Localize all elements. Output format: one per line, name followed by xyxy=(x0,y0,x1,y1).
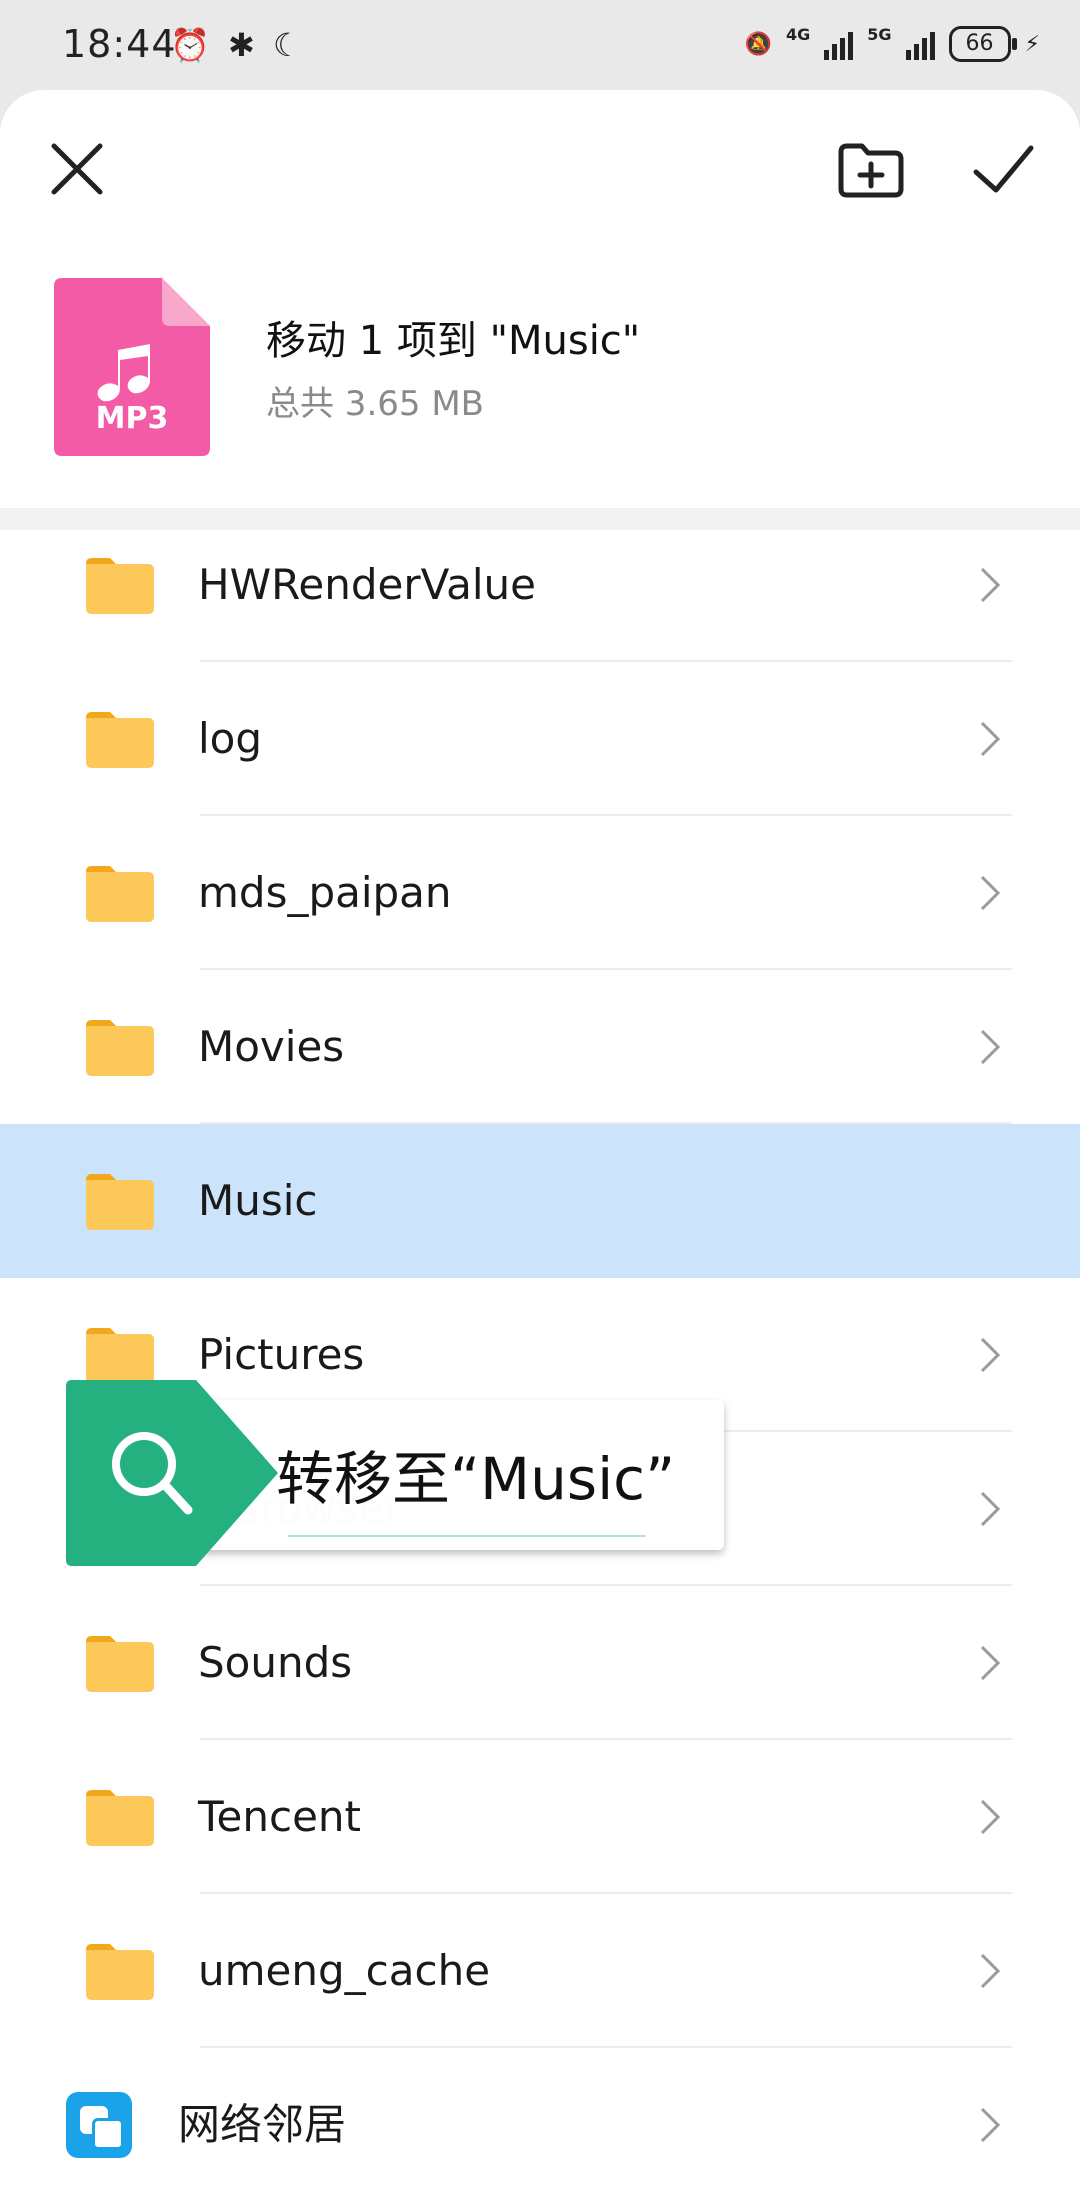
folder-icon xyxy=(86,712,154,768)
chevron-right-icon xyxy=(980,1337,1001,1373)
chevron-right-icon xyxy=(980,875,1001,911)
folder-row-music[interactable]: Music xyxy=(0,1124,1080,1278)
overlay-search-badge xyxy=(66,1380,278,1566)
folder-name: umeng_cache xyxy=(198,1946,491,1995)
chevron-right-icon xyxy=(980,567,1001,603)
folder-name: Music xyxy=(198,1176,318,1225)
mp3-badge-label: MP3 xyxy=(96,401,169,436)
network-type-2: 5G xyxy=(867,24,892,44)
chevron-right-icon xyxy=(980,1491,1001,1527)
folder-row-log[interactable]: log xyxy=(0,662,1080,816)
network-neighbor-row[interactable]: 网络邻居 xyxy=(0,2048,1080,2202)
move-title: 移动 1 项到 "Music" xyxy=(266,318,641,364)
folder-name: Tencent xyxy=(198,1792,361,1841)
chevron-right-icon xyxy=(980,1029,1001,1065)
bluetooth-icon: ✱ xyxy=(228,26,255,64)
folder-name: Sounds xyxy=(198,1638,353,1687)
sheet-toolbar xyxy=(0,90,1080,240)
folder-icon xyxy=(86,1328,154,1384)
mute-bell-icon: 🔕 xyxy=(744,31,773,57)
overlay-text: 转移至“Music” xyxy=(276,1445,676,1513)
folder-list: HWRenderValue log mds_paipan Movies Musi… xyxy=(0,508,1080,2202)
move-total-size: 总共 3.65 MB xyxy=(266,384,484,424)
status-bar: 18:44 ⏰ ✱ ☾ 🔕 4G 5G 66 ⚡ xyxy=(0,0,1080,90)
signal-4g-icon xyxy=(824,28,854,60)
chevron-right-icon xyxy=(980,1645,1001,1681)
folder-name: Movies xyxy=(198,1022,345,1071)
network-type-1: 4G xyxy=(786,24,811,44)
status-time: 18:44 xyxy=(62,22,177,66)
close-icon[interactable] xyxy=(42,134,112,204)
charging-icon: ⚡ xyxy=(1024,31,1040,57)
folder-row-hwrendervalue[interactable]: HWRenderValue xyxy=(0,508,1080,662)
signal-5g-icon xyxy=(905,28,935,60)
folder-row-movies[interactable]: Movies xyxy=(0,970,1080,1124)
folder-icon xyxy=(86,1790,154,1846)
moon-icon: ☾ xyxy=(273,26,302,64)
folder-row-mds-paipan[interactable]: mds_paipan xyxy=(0,816,1080,970)
mp3-file-icon: MP3 xyxy=(54,278,210,456)
folder-icon xyxy=(86,1174,154,1230)
battery-icon: 66 xyxy=(948,26,1017,62)
folder-icon xyxy=(86,1636,154,1692)
status-right-icons: 🔕 4G 5G 66 ⚡ xyxy=(744,24,1040,62)
folder-row-sounds[interactable]: Sounds xyxy=(0,1586,1080,1740)
check-icon[interactable] xyxy=(968,134,1038,204)
folder-name: log xyxy=(198,714,263,763)
chevron-right-icon xyxy=(980,721,1001,757)
chevron-right-icon xyxy=(980,1953,1001,1989)
folder-name: mds_paipan xyxy=(198,868,452,917)
alarm-icon: ⏰ xyxy=(170,26,210,64)
folder-icon xyxy=(86,1944,154,2000)
folder-icon xyxy=(86,558,154,614)
new-folder-icon[interactable] xyxy=(836,134,906,204)
move-to-overlay: 转移至“Music” xyxy=(66,1380,726,1566)
status-left-icons: ⏰ ✱ ☾ xyxy=(170,26,310,64)
folder-row-tencent[interactable]: Tencent xyxy=(0,1740,1080,1894)
folder-name: HWRenderValue xyxy=(198,560,536,609)
chevron-right-icon xyxy=(980,2107,1001,2143)
folder-icon xyxy=(86,1020,154,1076)
folder-row-umeng-cache[interactable]: umeng_cache xyxy=(0,1894,1080,2048)
overlay-underline xyxy=(288,1535,646,1537)
folder-icon xyxy=(86,866,154,922)
chevron-right-icon xyxy=(980,1799,1001,1835)
network-neighbor-label: 网络邻居 xyxy=(178,2100,347,2149)
network-neighbor-icon xyxy=(66,2092,132,2158)
